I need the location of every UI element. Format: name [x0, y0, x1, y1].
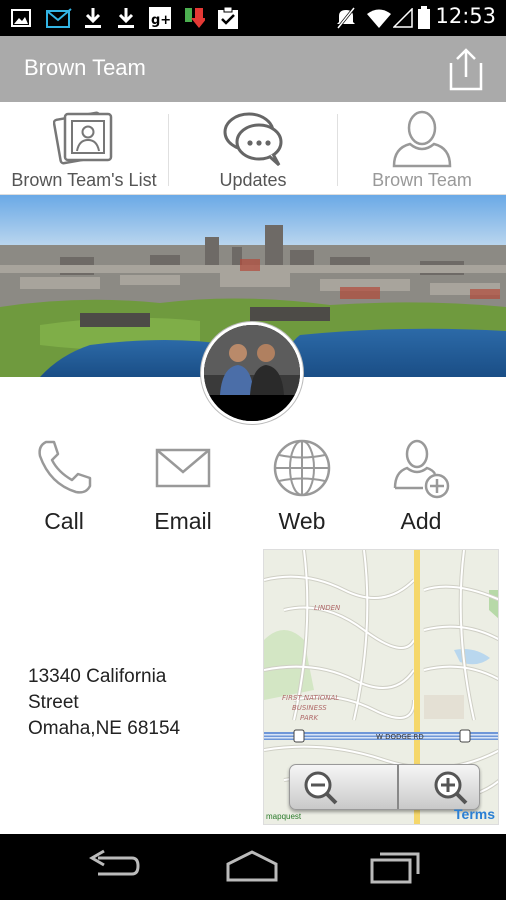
add-label: Add	[400, 508, 442, 534]
zoom-out-button[interactable]	[290, 765, 385, 809]
zoom-divider	[397, 765, 399, 809]
map-label-park-2: BUSINESS	[292, 704, 327, 712]
app-screen: g+ 12:53 Brown Team Brown Team's List Up…	[0, 0, 506, 900]
share-icon[interactable]	[448, 47, 484, 91]
tab-list-label: Brown Team's List	[11, 170, 157, 190]
tab-updates[interactable]: Updates	[169, 102, 337, 195]
battery-icon	[416, 6, 432, 30]
home-icon[interactable]	[222, 848, 282, 884]
page-title: Brown Team	[24, 55, 146, 80]
map-attribution: mapquest	[266, 812, 302, 821]
back-icon[interactable]	[84, 848, 144, 884]
svg-text:g+: g+	[151, 13, 171, 28]
profile-tabs: Brown Team's List Updates Brown Team	[0, 102, 506, 195]
google-plus-icon: g+	[148, 6, 172, 30]
address-line-2: Street	[28, 692, 79, 713]
chat-bubbles-icon	[221, 110, 285, 170]
mute-icon	[335, 6, 357, 30]
navigation-bar	[0, 834, 506, 900]
tab-profile[interactable]: Brown Team	[338, 102, 506, 195]
add-contact-icon	[389, 438, 453, 504]
email-label: Email	[154, 508, 212, 534]
map-label-park-1: FIRST NATIONAL	[282, 694, 339, 702]
wifi-icon	[365, 6, 393, 30]
envelope-icon	[155, 448, 211, 492]
globe-icon	[272, 438, 332, 502]
phone-icon	[34, 438, 94, 502]
map-label-dodge: W DODGE RD	[376, 733, 424, 741]
call-button[interactable]: Call	[4, 432, 124, 542]
tab-profile-label: Brown Team	[372, 170, 472, 190]
signal-icon	[392, 6, 414, 30]
download-icon	[82, 6, 104, 30]
avatar	[201, 322, 303, 424]
map-label-park-3: PARK	[300, 714, 320, 722]
app-download-icon	[182, 6, 206, 30]
address-line-3: Omaha,NE 68154	[28, 718, 181, 739]
download-icon	[115, 6, 137, 30]
map-view[interactable]: W DODGE RD LINDEN FIRST NATIONAL BUSINES…	[263, 549, 499, 825]
recent-apps-icon[interactable]	[364, 848, 424, 884]
web-label: Web	[278, 508, 326, 534]
status-clock: 12:53	[435, 4, 496, 28]
map-label-linden: LINDEN	[314, 604, 341, 612]
add-contact-button[interactable]: Add	[361, 432, 481, 542]
tab-updates-label: Updates	[219, 170, 287, 190]
person-icon	[390, 108, 454, 172]
clipboard-check-icon	[216, 6, 240, 30]
map-zoom-control	[289, 764, 480, 810]
web-button[interactable]: Web	[242, 432, 362, 542]
address-line-1: 13340 California	[28, 666, 167, 687]
mail-icon	[45, 6, 73, 30]
contact-actions: Call Email Web Add	[0, 432, 506, 542]
image-icon	[10, 6, 32, 30]
photo-album-icon	[52, 108, 115, 170]
address-block: 13340 California Street Omaha,NE 68154	[28, 664, 258, 742]
email-button[interactable]: Email	[123, 432, 243, 542]
zoom-in-button[interactable]	[400, 765, 480, 809]
action-bar: Brown Team	[0, 36, 506, 102]
call-label: Call	[44, 508, 84, 534]
status-bar: g+ 12:53	[0, 0, 506, 36]
tab-list[interactable]: Brown Team's List	[0, 102, 168, 195]
map-terms-link[interactable]: Terms	[454, 806, 495, 822]
